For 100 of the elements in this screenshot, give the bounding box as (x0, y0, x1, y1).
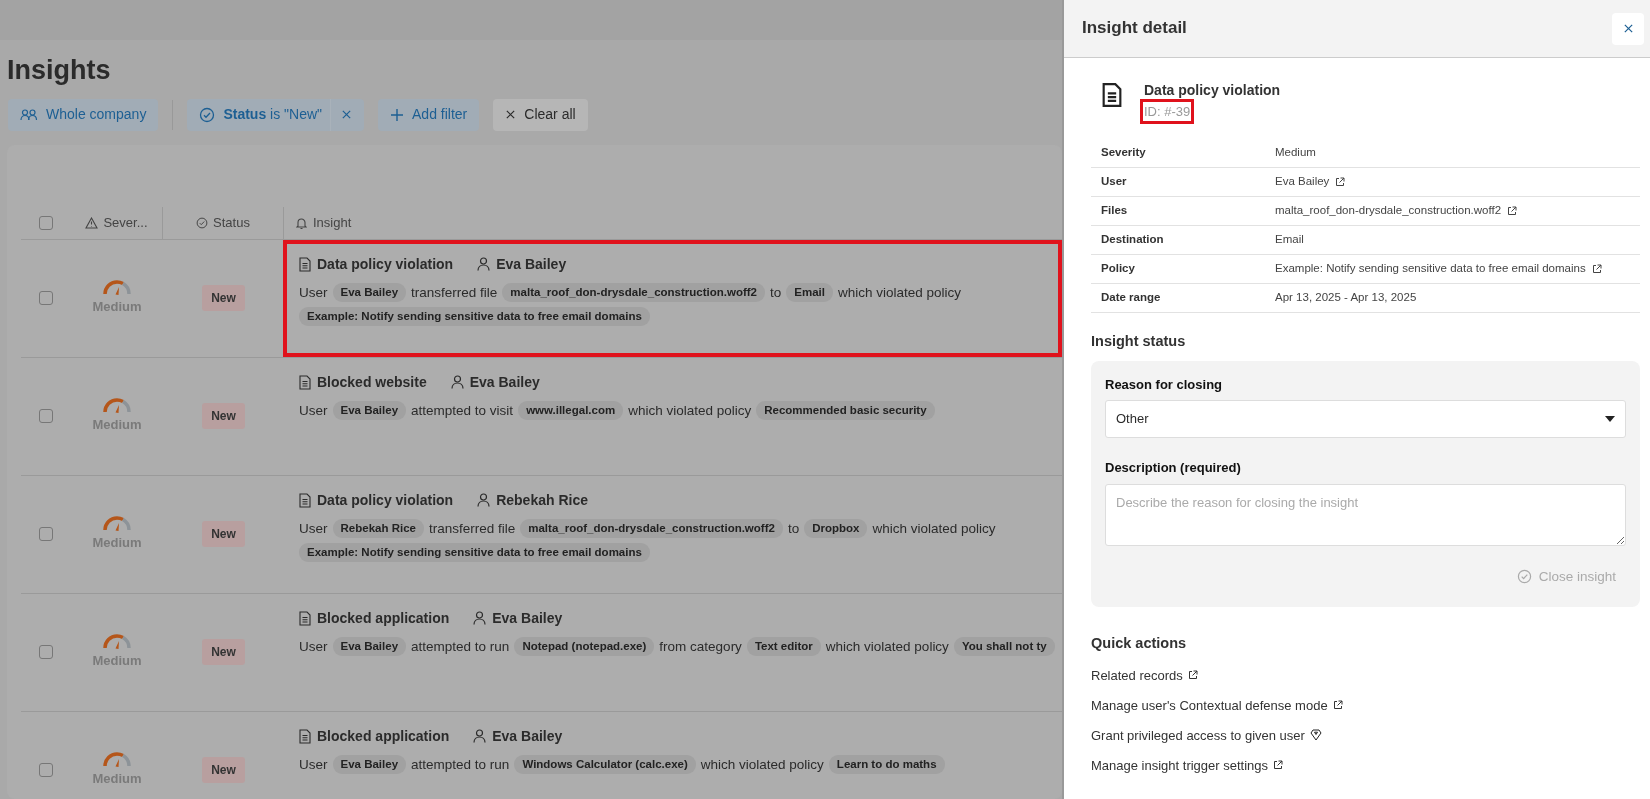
field-label: Reason for closing (1105, 375, 1224, 394)
insight-text: User (299, 283, 328, 302)
row-checkbox[interactable] (39, 645, 53, 660)
detail-label: Policy (1091, 254, 1265, 284)
gauge-icon (102, 279, 132, 296)
column-header[interactable]: Status (213, 213, 250, 233)
user-icon (477, 493, 491, 508)
insight-type: Blocked application (317, 608, 450, 628)
document-icon (299, 728, 311, 744)
quick-action-link[interactable]: Manage user's Contextual defense mode (1091, 695, 1343, 716)
description-field[interactable]: Describe the reason for closing the insight (1105, 483, 1626, 546)
section-heading: Insight status (1091, 331, 1187, 351)
tag: malta_roof_don-drysdale_construction.woff2 (502, 283, 765, 303)
status-badge: New (202, 403, 245, 430)
row-checkbox[interactable] (39, 527, 53, 542)
status-badge: New (202, 521, 245, 548)
external-link-icon (1273, 760, 1284, 771)
page-title: Insights (7, 56, 112, 86)
external-link-icon (1187, 670, 1198, 681)
select-all-checkbox[interactable] (39, 216, 53, 231)
insight-text: which violated policy (628, 401, 752, 420)
insight-type: Blocked website (317, 372, 427, 392)
column-header[interactable]: Insight (313, 213, 352, 233)
column-header[interactable]: Sever... (103, 213, 148, 233)
insight-text: which violated policy (700, 755, 824, 774)
detail-label: User (1091, 167, 1265, 197)
clear-all-button[interactable]: Clear all (493, 98, 588, 131)
document-icon (299, 256, 311, 272)
gauge-icon (102, 633, 132, 650)
insight-type: Data policy violation (317, 490, 454, 510)
quick-action-link[interactable]: Related records (1091, 665, 1198, 686)
user-icon (477, 257, 491, 272)
tag: Eva Bailey (332, 401, 407, 421)
status-badge: New (202, 757, 245, 784)
insight-type: Blocked application (317, 726, 450, 746)
tag: www.illegal.com (518, 401, 624, 421)
tag: Dropbox (804, 519, 868, 539)
quick-action-link[interactable]: Grant privileged access to given user (1091, 725, 1322, 746)
detail-value: Medium (1275, 145, 1316, 158)
gauge-icon (102, 751, 132, 768)
row-checkbox[interactable] (39, 291, 53, 306)
insight-text: to (787, 519, 800, 538)
close-icon (505, 109, 517, 121)
user-icon (473, 611, 487, 626)
document-icon (1102, 82, 1122, 108)
detail-link[interactable]: malta_roof_don-drysdale_construction.woff2 (1275, 202, 1518, 220)
insight-id: ID: #-39 (1140, 98, 1195, 125)
close-icon (1622, 23, 1634, 34)
row-checkbox[interactable] (39, 409, 53, 424)
user-name: Rebekah Rice (496, 490, 588, 510)
insight-text: User (299, 637, 328, 656)
document-icon (299, 610, 311, 626)
user-name: Eva Bailey (492, 608, 563, 628)
insight-text: transferred file (428, 519, 516, 538)
tag: Windows Calculator (calc.exe) (514, 755, 696, 775)
quick-action-link[interactable]: Manage insight trigger settings (1091, 755, 1284, 776)
detail-link[interactable]: Example: Notify sending sensitive data to free email domains (1275, 260, 1602, 278)
detail-value: Apr 13, 2025 - Apr 13, 2025 (1275, 291, 1417, 304)
external-link-icon (1335, 176, 1346, 187)
bell-icon (296, 216, 307, 230)
close-button[interactable] (1612, 12, 1644, 45)
user-name: Eva Bailey (496, 254, 567, 274)
insight-text: User (299, 755, 328, 774)
insight-type: Data policy violation (317, 254, 454, 274)
diamond-icon (1309, 729, 1322, 742)
people-icon (20, 108, 38, 121)
row-checkbox[interactable] (39, 763, 53, 778)
warning-icon (85, 217, 99, 230)
tag: Notepad (notepad.exe) (514, 637, 655, 657)
tag: Email (786, 283, 833, 303)
insight-text: from category (659, 637, 742, 656)
document-icon (299, 374, 311, 390)
detail-label: Destination (1091, 225, 1265, 255)
insight-text: attempted to run (411, 755, 510, 774)
detail-label: Date range (1091, 283, 1265, 313)
insight-text: which violated policy (825, 637, 949, 656)
detail-link[interactable]: Eva Bailey (1275, 173, 1346, 191)
reason-dropdown[interactable]: Other (1105, 400, 1626, 439)
remove-filter-icon[interactable] (330, 98, 353, 131)
external-link-icon (1332, 700, 1343, 711)
check-circle-icon (196, 217, 209, 230)
gauge-icon (102, 397, 132, 414)
document-icon (299, 492, 311, 508)
tag: Text editor (746, 637, 821, 657)
tag: Eva Bailey (332, 637, 407, 657)
insight-text: which violated policy (872, 519, 996, 538)
external-link-icon (1507, 205, 1518, 216)
panel-title: Insight detail (1082, 18, 1187, 39)
tag: Recommended basic security (756, 401, 935, 421)
tag: malta_roof_don-drysdale_construction.woff2 (520, 519, 783, 539)
tag: You shall not ty (953, 637, 1055, 657)
tag: Rebekah Rice (332, 519, 424, 539)
user-icon (473, 729, 487, 744)
plus-icon (390, 107, 405, 122)
tag: Eva Bailey (332, 283, 407, 303)
check-circle-icon (1516, 569, 1532, 585)
insight-text: attempted to visit (411, 401, 514, 420)
tag: Example: Notify sending sensitive data to free email domains (299, 542, 650, 563)
status-badge: New (202, 285, 245, 312)
tag: Eva Bailey (332, 755, 407, 775)
